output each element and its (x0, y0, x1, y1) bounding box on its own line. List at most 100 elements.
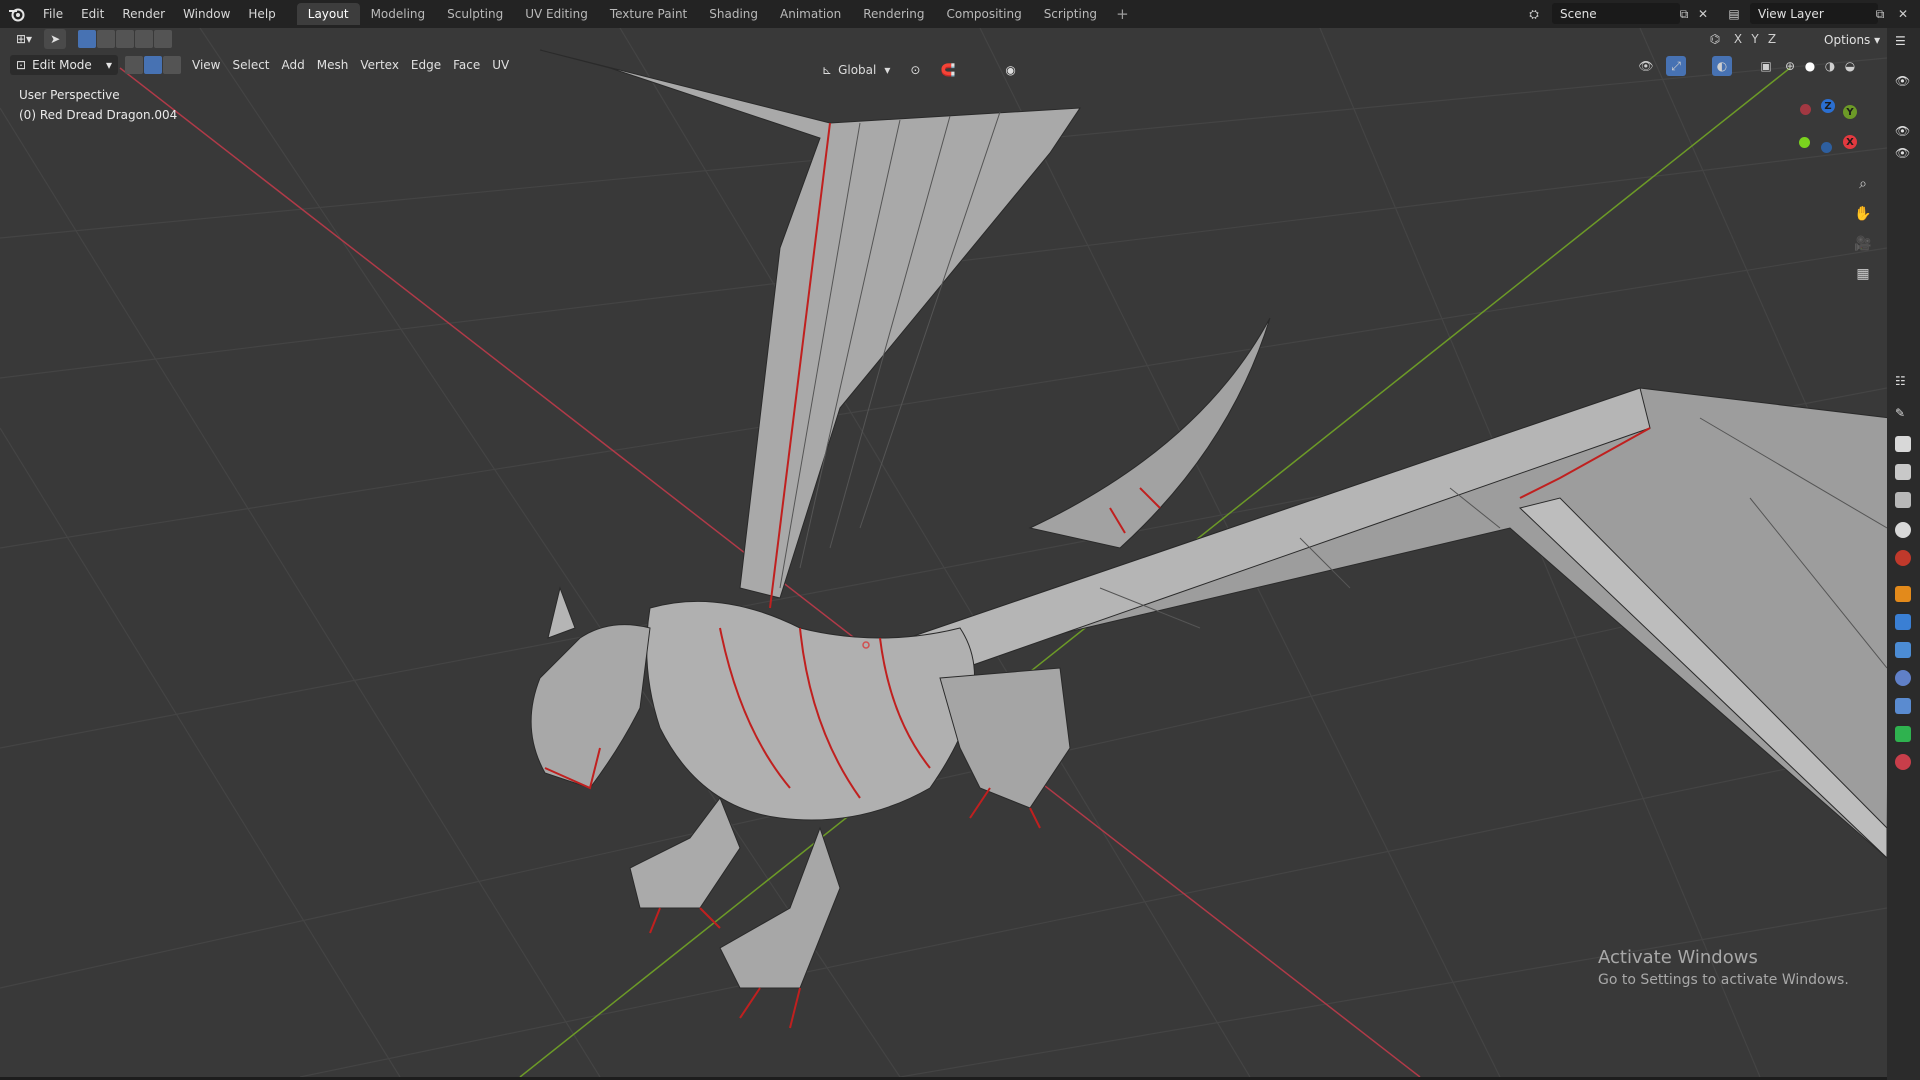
snap-icon[interactable]: 🧲 (940, 63, 955, 77)
select-invert-icon[interactable] (135, 29, 154, 48)
physics-props-icon[interactable] (1895, 670, 1911, 686)
view-layer-selector[interactable]: View Layer (1750, 3, 1878, 24)
world-props-icon[interactable] (1895, 550, 1911, 566)
scene-name: Scene (1560, 6, 1597, 21)
output-props-icon[interactable] (1895, 464, 1911, 480)
options-label: Options (1824, 33, 1871, 47)
menu-help[interactable]: Help (239, 0, 284, 28)
dragon-mesh[interactable] (530, 49, 1887, 1029)
constraint-props-icon[interactable] (1895, 698, 1911, 714)
particle-props-icon[interactable] (1895, 642, 1911, 658)
orientation-icon: ⊾ (822, 63, 833, 77)
y-axis-dot[interactable]: Y (1843, 105, 1857, 119)
tab-layout[interactable]: Layout (296, 3, 360, 25)
select-intersect-icon[interactable] (154, 29, 173, 48)
solid-shading-icon[interactable]: ● (1800, 56, 1820, 76)
outliner-visibility-eye-icon[interactable]: 👁 (1895, 74, 1911, 90)
tool-icon[interactable]: ✎ (1895, 406, 1911, 422)
zoom-icon[interactable]: ⌕ (1850, 171, 1876, 197)
mode-label: Edit Mode (32, 58, 92, 72)
delete-scene-icon[interactable]: ✕ (1693, 4, 1713, 24)
tab-texture-paint[interactable]: Texture Paint (599, 3, 698, 25)
render-props-icon[interactable] (1895, 436, 1911, 452)
select-subtract-icon[interactable] (116, 29, 135, 48)
viewport-menu-edge[interactable]: Edge (405, 55, 447, 75)
viewport-menu-mesh[interactable]: Mesh (311, 55, 355, 75)
menu-render[interactable]: Render (113, 0, 174, 28)
menu-file[interactable]: File (34, 0, 72, 28)
viewport-menu-uv[interactable]: UV (486, 55, 515, 75)
pan-hand-icon[interactable]: ✋ (1850, 201, 1876, 227)
transform-gizmo-icon[interactable]: ⌬ (1705, 29, 1725, 49)
viewport-menu-face[interactable]: Face (447, 55, 486, 75)
vertex-select-icon[interactable] (125, 56, 143, 74)
neg-y-dot[interactable] (1799, 137, 1810, 148)
viewport-menu-view[interactable]: View (186, 55, 226, 75)
3d-viewport[interactable]: ⊞▾ ➤ ⊾ Global ▾ ⊙ 🧲 ◉ ⌬ X Y Z Options ▾ (0, 28, 1887, 1077)
view-layer-browse-icon[interactable]: ▤ (1724, 4, 1744, 24)
delete-view-layer-icon[interactable]: ✕ (1893, 4, 1913, 24)
viewport-menu-select[interactable]: Select (226, 55, 275, 75)
outliner-eye-icon-2[interactable]: 👁 (1895, 146, 1911, 162)
z-axis-dot[interactable]: Z (1821, 99, 1835, 113)
outliner-icon[interactable]: ☰ (1895, 34, 1911, 50)
object-props-icon[interactable] (1895, 586, 1911, 602)
mirror-z-icon[interactable]: Z (1762, 29, 1782, 49)
editor-type-icon[interactable]: ⊞▾ (10, 29, 38, 49)
tab-scripting[interactable]: Scripting (1033, 3, 1108, 25)
add-workspace-icon[interactable]: + (1108, 5, 1137, 23)
viewport-menu-add[interactable]: Add (276, 55, 311, 75)
tab-sculpting[interactable]: Sculpting (436, 3, 514, 25)
select-extend-icon[interactable] (97, 29, 116, 48)
view-layer-props-icon[interactable] (1895, 492, 1911, 508)
xray-icon[interactable]: ▣ (1756, 56, 1776, 76)
overlay-toggle-icon[interactable]: ◐ (1712, 56, 1732, 76)
tab-modeling[interactable]: Modeling (360, 3, 437, 25)
modifier-props-icon[interactable] (1895, 614, 1911, 630)
neg-z-dot[interactable] (1821, 142, 1832, 153)
tab-rendering[interactable]: Rendering (852, 3, 935, 25)
select-new-icon[interactable] (78, 29, 97, 48)
options-dropdown[interactable]: Options ▾ (1818, 30, 1886, 50)
menu-edit[interactable]: Edit (72, 0, 113, 28)
tab-animation[interactable]: Animation (769, 3, 852, 25)
top-bar: File Edit Render Window Help Layout Modeling S… (0, 0, 1920, 28)
menu-window[interactable]: Window (174, 0, 239, 28)
rendered-shading-icon[interactable]: ◒ (1840, 56, 1860, 76)
neg-x-dot[interactable] (1800, 104, 1811, 115)
viewport-menu-vertex[interactable]: Vertex (354, 55, 405, 75)
tab-compositing[interactable]: Compositing (935, 3, 1032, 25)
visibility-icon[interactable]: 👁 (1636, 56, 1656, 76)
edit-mode-icon: ⊡ (16, 58, 27, 72)
material-props-icon[interactable] (1895, 754, 1911, 770)
new-scene-icon[interactable]: ⧉ (1674, 4, 1694, 24)
proportional-edit-icon[interactable]: ◉ (1005, 63, 1015, 77)
tab-uv-editing[interactable]: UV Editing (514, 3, 599, 25)
x-axis-dot[interactable]: X (1843, 135, 1857, 149)
scene-browse-icon[interactable]: ⛭ (1524, 4, 1544, 24)
pivot-point-icon[interactable]: ⊙ (910, 63, 920, 77)
select-tool-icon[interactable]: ➤ (44, 28, 67, 49)
camera-view-icon[interactable]: 🎥 (1850, 231, 1876, 257)
scene-selector[interactable]: Scene (1552, 3, 1680, 24)
new-view-layer-icon[interactable]: ⧉ (1870, 4, 1890, 24)
face-select-icon[interactable] (163, 56, 181, 74)
edge-select-icon[interactable] (144, 56, 162, 74)
viewport-scene[interactable] (0, 28, 1887, 1077)
material-shading-icon[interactable]: ◑ (1820, 56, 1840, 76)
gizmo-toggle-icon[interactable]: ⤢ (1666, 56, 1686, 76)
wireframe-shading-icon[interactable]: ⊕ (1780, 56, 1800, 76)
mode-selector[interactable]: ⊡ Edit Mode ▾ (10, 55, 118, 75)
outliner-eye-icon[interactable]: 👁 (1895, 124, 1911, 140)
chevron-down-icon: ▾ (105, 58, 112, 72)
properties-toggle-icon[interactable]: ☷ (1895, 374, 1911, 390)
mesh-select-mode-group (125, 56, 182, 74)
transform-orientation[interactable]: ⊾ Global ▾ ⊙ 🧲 ◉ (822, 60, 1016, 80)
navigation-gizmo[interactable]: Z Y X (1796, 96, 1857, 156)
blender-logo-icon[interactable] (0, 0, 34, 28)
scene-props-icon[interactable] (1895, 522, 1911, 538)
ortho-grid-icon[interactable]: ▦ (1850, 261, 1876, 287)
data-props-icon[interactable] (1895, 726, 1911, 742)
activate-windows-subtitle: Go to Settings to activate Windows. (1598, 972, 1849, 988)
tab-shading[interactable]: Shading (698, 3, 769, 25)
